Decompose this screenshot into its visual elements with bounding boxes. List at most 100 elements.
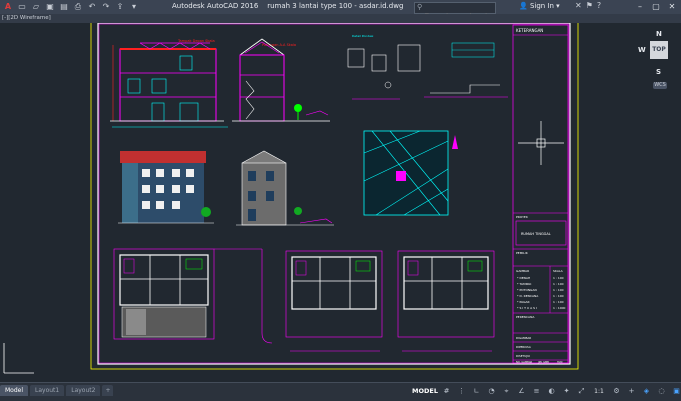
viewport-controls[interactable]: [-][2D Wireframe]: [0, 14, 51, 23]
sheet-scale: 1 : 1000: [553, 306, 566, 310]
settings-icon[interactable]: ⚙: [610, 386, 623, 397]
site-plan: [363, 130, 458, 216]
detail-label: Detail Pondasi: [352, 34, 374, 38]
save-as-icon[interactable]: ▤: [58, 1, 70, 12]
front-elevation-section: Tampak Depan Skala: [110, 39, 228, 128]
sheet-name: * S I T U A S I: [517, 306, 537, 310]
sheet-name: * DENAH: [517, 276, 530, 280]
ucs-icon: [3, 343, 34, 374]
front-elevation-label: Tampak Depan Skala: [177, 39, 215, 43]
sign-in-label: Sign In: [529, 2, 554, 10]
open-file-icon[interactable]: ▱: [30, 1, 42, 12]
north-label: N: [656, 30, 662, 38]
status-bar: Model Layout1 Layout2 + MODEL # ⋮ ∟ ◔ ⌖ …: [0, 382, 681, 401]
plus-icon[interactable]: +: [625, 386, 638, 397]
close-icon[interactable]: ✕: [664, 0, 680, 14]
hardware-acceleration-icon[interactable]: ◈: [640, 386, 653, 397]
title-block: KETERANGAN PROYEK RUMAH TINGGAL PEMILIK …: [512, 24, 569, 364]
undo-icon[interactable]: ↶: [86, 1, 98, 12]
sheet-name: * TAMPAK: [517, 282, 532, 286]
layout-tabs: Model Layout1 Layout2 +: [0, 385, 114, 396]
minimize-icon[interactable]: –: [632, 0, 648, 14]
quick-access-toolbar: A ▭ ▱ ▣ ▤ ⎙ ↶ ↷ ⇪ ▾: [2, 1, 140, 12]
project-name: RUMAH TINGGAL: [521, 232, 551, 236]
wcs-menu[interactable]: WCS: [653, 82, 667, 89]
grid-icon[interactable]: #: [440, 386, 453, 397]
view-cube[interactable]: N W TOP S WCS: [638, 30, 681, 89]
checked-label: DIPERIKSA: [516, 345, 531, 349]
transparency-icon[interactable]: ◐: [545, 386, 558, 397]
osnap-icon[interactable]: ⌖: [500, 386, 513, 397]
search-icon: ⚲: [417, 3, 423, 11]
status-toggles: # ⋮ ∟ ◔ ⌖ ∠ ≡ ◐ ✦ ⤢ 1:1 ⚙ + ◈ ◌ ▣ ≡: [440, 386, 681, 397]
west-label: W: [638, 46, 646, 54]
account-icon[interactable]: ⚑: [586, 1, 593, 10]
lineweight-icon[interactable]: ≡: [530, 386, 543, 397]
app-menu-icon[interactable]: A: [2, 1, 14, 12]
snap-icon[interactable]: ⋮: [455, 386, 468, 397]
rendered-elevation: [118, 151, 214, 224]
ribbon-toolbar: [0, 14, 681, 23]
side-elevation: [236, 150, 334, 226]
tab-model[interactable]: Model: [0, 385, 29, 396]
search-box[interactable]: ⚲: [414, 2, 496, 22]
window-controls: – ▢ ✕: [632, 0, 680, 14]
sheet-scale: 1 : 100: [553, 276, 564, 280]
help-icons: ✕ ⚑ ?: [575, 1, 601, 10]
sheet-list: * DENAH 1 : 100 * TAMPAK 1 : 100 * POTONGAN 1…: [517, 276, 566, 310]
redo-icon[interactable]: ↷: [100, 1, 112, 12]
ortho-icon[interactable]: ∟: [470, 386, 483, 397]
clean-screen-icon[interactable]: ▣: [670, 386, 681, 397]
otrack-icon[interactable]: ∠: [515, 386, 528, 397]
approved-label: DISETUJUI: [516, 354, 530, 358]
app-title: Autodesk AutoCAD 2016 rumah 3 lantai typ…: [172, 2, 403, 10]
sheet-name: * PAGAR: [517, 300, 530, 304]
sheet-scale: 1 : 100: [553, 282, 564, 286]
foundation-detail: Detail Pondasi: [347, 34, 508, 100]
drawing-canvas[interactable]: KETERANGAN PROYEK RUMAH TINGGAL PEMILIK …: [0, 23, 681, 382]
workspace-dropdown-icon[interactable]: ▾: [128, 1, 140, 12]
title-bar: A ▭ ▱ ▣ ▤ ⎙ ↶ ↷ ⇪ ▾ Autodesk AutoCAD 201…: [0, 0, 681, 22]
autoscale-icon[interactable]: ⤢: [575, 386, 588, 397]
app-name: Autodesk AutoCAD 2016: [172, 2, 259, 10]
south-label: S: [656, 68, 662, 76]
polar-icon[interactable]: ◔: [485, 386, 498, 397]
page-label: HLM: [557, 360, 562, 364]
maximize-icon[interactable]: ▢: [648, 0, 664, 14]
floor-plan-2: [285, 250, 383, 352]
planner-header: PERENCANA: [516, 315, 535, 319]
help-icon[interactable]: ?: [597, 1, 601, 10]
sheet-scale: 1 : 100: [553, 294, 564, 298]
isolate-icon[interactable]: ◌: [655, 386, 668, 397]
model-space-button[interactable]: MODEL: [412, 387, 438, 395]
file-name: rumah 3 lantai type 100 - asdar.id.dwg: [267, 2, 404, 10]
scale-header: SKALA: [553, 269, 564, 273]
exchange-icon[interactable]: ✕: [575, 1, 582, 10]
project-header: PROYEK: [516, 215, 529, 219]
annotation-visibility-icon[interactable]: ✦: [560, 386, 573, 397]
sheet-scale: 1 : 100: [553, 300, 564, 304]
section-aa-drawing: Potongan A-A Skala: [232, 38, 330, 122]
sign-in-button[interactable]: 👤 Sign In ▾: [519, 2, 560, 10]
sheet-name: * D. RENCANA: [517, 294, 539, 298]
sheet-count-label: JML GMB: [537, 360, 549, 364]
tab-layout1[interactable]: Layout1: [30, 385, 65, 396]
new-layout-button[interactable]: +: [102, 385, 114, 396]
crosshair-cursor: [518, 121, 564, 165]
floor-plan-1: [113, 248, 273, 344]
annotation-scale[interactable]: 1:1: [590, 386, 608, 397]
sheet-header: GAMBAR: [516, 269, 529, 273]
drawn-label: DIGAMBAR: [516, 336, 531, 340]
sheet-scale: 1 : 100: [553, 288, 564, 292]
save-icon[interactable]: ▣: [44, 1, 56, 12]
view-cube-face[interactable]: TOP: [650, 41, 668, 59]
floor-plan-3: [397, 250, 495, 352]
tab-layout2[interactable]: Layout2: [66, 385, 101, 396]
share-icon[interactable]: ⇪: [114, 1, 126, 12]
sheet-number-label: NO. GAMBAR: [516, 360, 533, 364]
owner-header: PEMILIK: [516, 251, 529, 255]
title-block-heading: KETERANGAN: [516, 28, 543, 33]
new-file-icon[interactable]: ▭: [16, 1, 28, 12]
sheet-name: * POTONGAN: [517, 288, 537, 292]
print-icon[interactable]: ⎙: [72, 1, 84, 12]
